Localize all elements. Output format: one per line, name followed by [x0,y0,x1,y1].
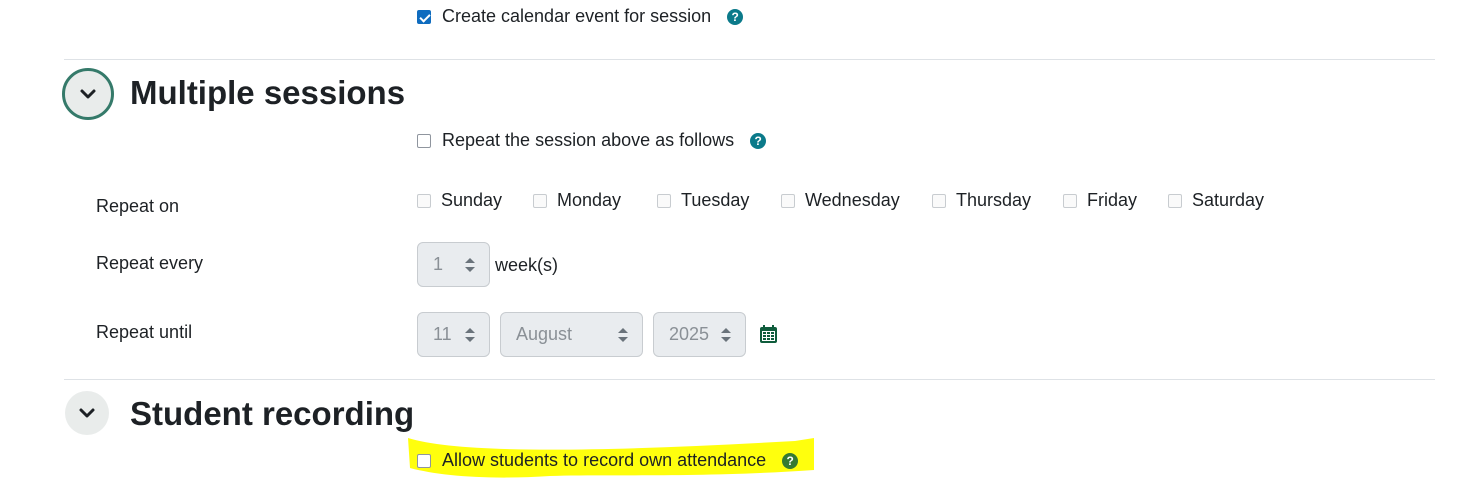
help-icon[interactable]: ? [750,132,767,149]
repeat-session-row: Repeat the session above as follows ? [417,130,767,151]
repeat-on-label: Repeat on [96,196,180,216]
student-recording-toggle[interactable] [65,391,109,435]
day-label: Saturday [1192,190,1265,210]
calendar-event-label: Create calendar event for session [442,6,712,26]
calendar-event-checkbox[interactable] [417,9,431,24]
chevron-down-icon [79,408,95,418]
day-checkbox[interactable] [1063,193,1077,208]
repeat-every-label: Repeat every [96,253,204,273]
select-arrows-icon [618,327,628,342]
day-checkbox[interactable] [417,193,431,208]
select-value: August [516,324,573,344]
help-icon[interactable]: ? [727,8,744,25]
multiple-sessions-toggle[interactable] [62,68,114,120]
repeat-until-label: Repeat until [96,322,193,342]
day-label: Friday [1087,190,1138,210]
allow-students-row: Allow students to record own attendance … [417,450,799,471]
day-label: Tuesday [681,190,750,210]
day-tuesday[interactable]: Tuesday [657,190,749,211]
day-label: Wednesday [805,190,900,210]
repeat-session-checkbox[interactable] [417,133,431,148]
select-arrows-icon [465,257,475,272]
day-label: Thursday [956,190,1032,210]
repeat-every-select[interactable]: 1 [417,242,490,287]
allow-students-checkbox[interactable] [417,453,431,468]
divider [64,59,1435,60]
until-day-select[interactable]: 11 [417,312,490,357]
repeat-every-unit: week(s) [495,255,559,275]
day-friday[interactable]: Friday [1063,190,1137,211]
day-monday[interactable]: Monday [533,190,621,211]
day-label: Sunday [441,190,503,210]
day-saturday[interactable]: Saturday [1168,190,1264,211]
day-checkbox[interactable] [657,193,671,208]
help-icon[interactable]: ? [782,452,799,469]
calendar-icon[interactable] [760,325,777,348]
repeat-session-label: Repeat the session above as follows [442,130,735,150]
select-arrows-icon [465,327,475,342]
until-month-select[interactable]: August [500,312,643,357]
student-recording-title: Student recording [130,395,415,432]
allow-students-label: Allow students to record own attendance [442,450,767,470]
chevron-down-icon [80,89,96,99]
day-checkbox[interactable] [1168,193,1182,208]
calendar-event-row: Create calendar event for session ? [417,6,744,27]
until-year-select[interactable]: 2025 [653,312,746,357]
select-value: 11 [433,324,452,344]
day-label: Monday [557,190,622,210]
day-checkbox[interactable] [533,193,547,208]
day-wednesday[interactable]: Wednesday [781,190,900,211]
day-checkbox[interactable] [932,193,946,208]
select-value: 2025 [669,324,710,344]
select-arrows-icon [721,327,731,342]
divider [64,379,1435,380]
day-sunday[interactable]: Sunday [417,190,502,211]
select-value: 1 [433,254,444,274]
multiple-sessions-title: Multiple sessions [130,74,406,111]
day-thursday[interactable]: Thursday [932,190,1031,211]
day-checkbox[interactable] [781,193,795,208]
